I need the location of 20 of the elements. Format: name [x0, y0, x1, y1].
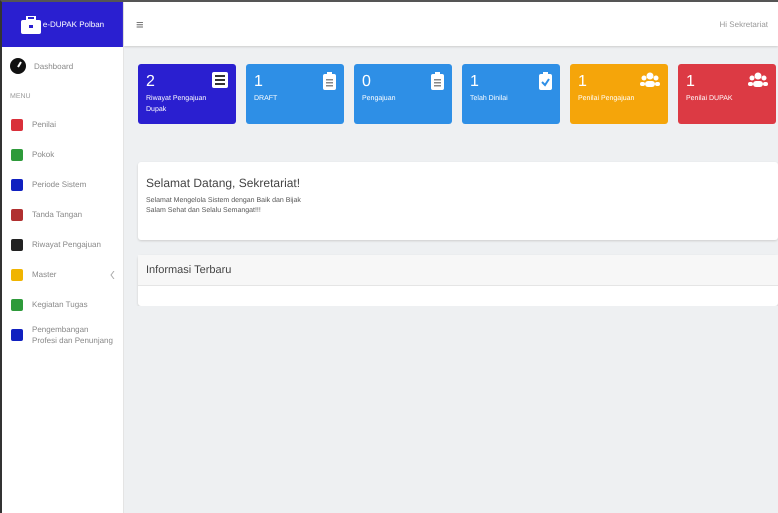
- user-link[interactable]: Hi Sekretariat: [720, 20, 768, 28]
- stat-count: 1: [254, 73, 263, 91]
- sidebar-item[interactable]: Master: [2, 260, 123, 290]
- stat-count: 1: [578, 73, 587, 91]
- brand-title: e-DUPAK Polban: [42, 20, 104, 29]
- sidebar-item[interactable]: Pokok: [2, 140, 123, 170]
- sidebar-item[interactable]: Kegiatan Tugas: [2, 290, 123, 320]
- stat-count: 2: [146, 73, 155, 91]
- stat-count: 1: [470, 73, 479, 91]
- sidebar-item[interactable]: Tanda Tangan: [2, 200, 123, 230]
- dashboard-link[interactable]: Dashboard: [2, 47, 123, 85]
- sidebar-item[interactable]: Riwayat Pengajuan: [2, 230, 123, 260]
- welcome-title: Selamat Datang, Sekretariat!: [146, 176, 302, 190]
- stat-count: 1: [686, 73, 695, 91]
- stat-count: 0: [362, 73, 371, 91]
- menu-button[interactable]: ≡: [136, 16, 144, 32]
- info-title: Informasi Terbaru: [138, 255, 778, 286]
- sidebar-item[interactable]: Pengembangan Profesi dan Penunjang: [2, 320, 123, 350]
- sidebar-item[interactable]: Penilai: [2, 110, 123, 140]
- sidebar-item[interactable]: Periode Sistem: [2, 170, 123, 200]
